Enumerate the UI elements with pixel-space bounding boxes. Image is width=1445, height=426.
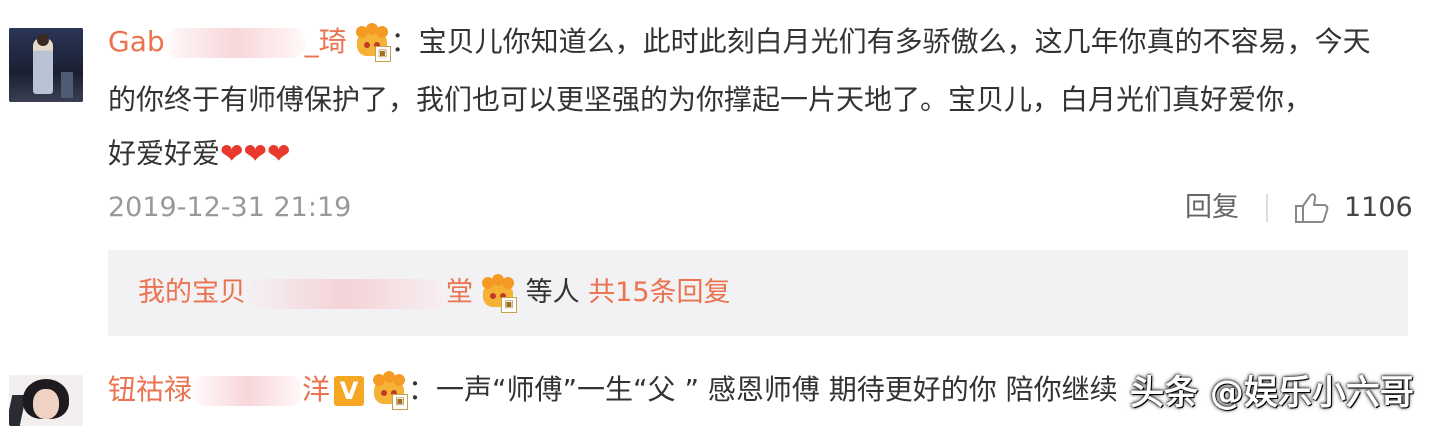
comment-author[interactable]: Gab _琦 xyxy=(108,25,347,58)
thumbs-up-icon[interactable] xyxy=(1294,192,1330,224)
heart-emoji-icon: ❤❤❤ xyxy=(220,137,291,170)
blurred-name xyxy=(246,278,446,309)
vip-v-icon: V xyxy=(334,376,365,406)
comment-text-line-2: 的你终于有师傅保护了，我们也可以更坚强的为你撑起一片天地了。宝贝儿，白月光们真好… xyxy=(108,83,1313,116)
crown-badge-icon: ▣ xyxy=(353,23,391,62)
avatar[interactable] xyxy=(9,375,83,426)
crown-badge-icon: ▣ xyxy=(370,371,409,410)
avatar[interactable] xyxy=(9,28,83,102)
comment-text-line-1: Gab _琦 ▣ ：宝贝儿你知道么，此时此刻白月光们有多骄傲么，这几年你真的不容易，今… xyxy=(108,14,1371,70)
blurred-name xyxy=(192,376,303,406)
replies-summary[interactable]: 我的宝贝堂 ▣ 等人 共15条回复 xyxy=(108,250,1408,336)
reply-user[interactable]: 我的宝贝堂 xyxy=(138,277,473,309)
comment-author[interactable]: 钮祜禄洋 xyxy=(108,373,330,406)
comment-timestamp: 2019-12-31 21:19 xyxy=(108,192,352,223)
view-replies-link[interactable]: 共15条回复 xyxy=(588,277,730,308)
comment-text-line-3: 好爱好爱❤❤❤ xyxy=(108,137,291,170)
reply-button[interactable]: 回复 xyxy=(1185,188,1239,228)
comment-text-line: 钮祜禄洋 V ▣ ：一声“师傅”一生“父 ” 感恩师傅 期待更好的你 陪你继续 xyxy=(108,362,1118,418)
divider xyxy=(1266,194,1268,222)
watermark: 头条 @娱乐小六哥 xyxy=(1130,373,1414,413)
like-count: 1106 xyxy=(1344,192,1413,223)
blurred-name xyxy=(164,28,305,58)
replies-summary-line: 我的宝贝堂 ▣ 等人 共15条回复 xyxy=(138,265,731,321)
crown-badge-icon: ▣ xyxy=(479,273,517,313)
